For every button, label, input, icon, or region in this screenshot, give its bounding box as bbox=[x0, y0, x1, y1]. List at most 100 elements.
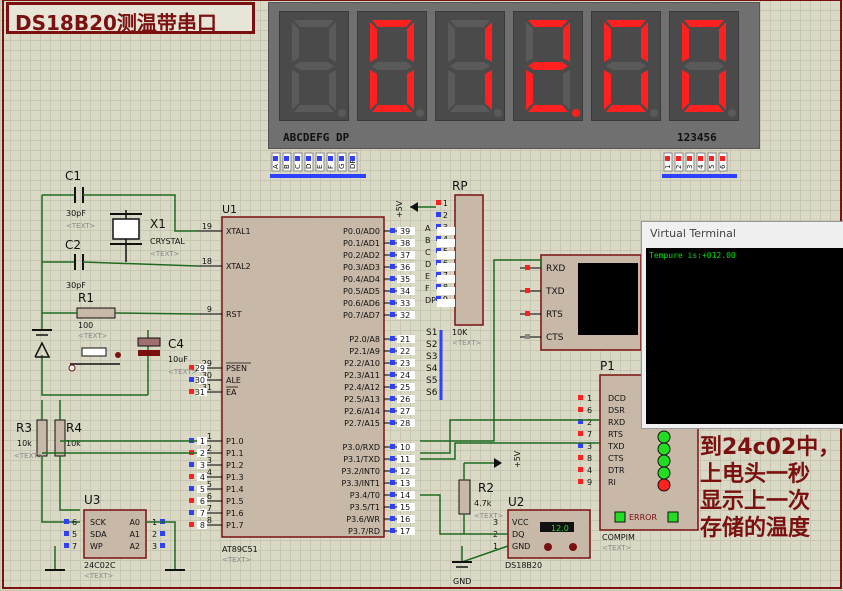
pin-state-indicator bbox=[578, 395, 583, 400]
pin-state-indicator bbox=[64, 519, 69, 524]
u1-pin-name: EA bbox=[226, 388, 237, 397]
pin-state-indicator bbox=[189, 510, 194, 515]
u1-pin-name: P0.0/AD0 bbox=[343, 227, 380, 236]
u1-pin-name: P1.0 bbox=[226, 437, 244, 446]
u1-pin-number: 2 bbox=[207, 444, 212, 453]
u2-part: DS18B20 bbox=[505, 561, 542, 570]
segment-g bbox=[528, 62, 568, 70]
pin-state-indicator bbox=[578, 479, 583, 484]
p1-pin-name: DSR bbox=[608, 406, 625, 415]
rp-bus-label: A bbox=[425, 224, 431, 233]
u2-pin-name: VCC bbox=[512, 518, 529, 527]
note-line: 显示上一次 bbox=[700, 489, 811, 514]
pin-state-indicator bbox=[698, 156, 703, 161]
segment-d bbox=[606, 105, 646, 112]
p1-error-led bbox=[667, 511, 679, 523]
pin-state-indicator bbox=[189, 389, 194, 394]
segment-e bbox=[292, 70, 299, 110]
u1-pin-number: 27 bbox=[400, 407, 410, 416]
rp-body bbox=[454, 194, 484, 326]
pin-state-indicator bbox=[578, 431, 583, 436]
display-pin-label: C bbox=[294, 164, 302, 169]
u1-pin-number: 3 bbox=[200, 461, 205, 470]
c2-value: 30pF bbox=[66, 281, 86, 290]
digit-glyph bbox=[370, 20, 424, 117]
pin-state-indicator bbox=[390, 300, 395, 305]
segment-g bbox=[450, 62, 490, 70]
pin-state-indicator bbox=[160, 543, 165, 548]
segment-b bbox=[485, 22, 492, 62]
seven-segment-display[interactable]: ABCDEFG DP 123456 bbox=[268, 2, 760, 149]
u1-pin-number: 36 bbox=[400, 263, 410, 272]
u1-pin-number: 6 bbox=[207, 492, 212, 501]
u1-pin-name: P2.2/A10 bbox=[344, 359, 380, 368]
p1-error-led bbox=[614, 511, 626, 523]
segment-c bbox=[329, 70, 336, 110]
p2-bus-label: S6 bbox=[426, 388, 438, 398]
c1-text: <TEXT> bbox=[66, 222, 96, 230]
rp-bus-label: B bbox=[425, 236, 431, 245]
virtual-terminal-title[interactable]: Virtual Terminal bbox=[642, 222, 843, 246]
r4-body bbox=[54, 419, 66, 457]
wire bbox=[41, 355, 148, 396]
pin-state-indicator bbox=[390, 408, 395, 413]
p1-pin-number: 9 bbox=[587, 478, 592, 487]
u1-pin-number: 4 bbox=[207, 468, 212, 477]
p2-bus-label: S1 bbox=[426, 328, 437, 338]
display-digit bbox=[669, 11, 739, 121]
u1-pin-number: 5 bbox=[200, 485, 205, 494]
c1-value: 30pF bbox=[66, 209, 86, 218]
virtual-terminal-screen[interactable]: Tempure is:+012.00 bbox=[646, 248, 843, 424]
u1-pin-name: XTAL1 bbox=[226, 227, 251, 236]
annotation-note: 把温度存储 到24c02中， 上电头一秒 显示上一次 存储的温度 bbox=[700, 407, 843, 557]
note-line: 上电头一秒 bbox=[700, 462, 811, 487]
crystal-body bbox=[112, 218, 140, 240]
u1-pin-name: P2.6/A14 bbox=[344, 407, 380, 416]
segment-f bbox=[682, 22, 689, 62]
pin-state-indicator bbox=[390, 228, 395, 233]
segment-a bbox=[294, 20, 334, 27]
pin-state-indicator bbox=[390, 396, 395, 401]
display-pin-label: F bbox=[327, 165, 335, 169]
u1-pin-number: 9 bbox=[207, 305, 212, 314]
segment-e bbox=[604, 70, 611, 110]
digit-glyph bbox=[448, 20, 502, 117]
segment-c bbox=[407, 70, 414, 110]
note-line: 存储的温度 bbox=[700, 516, 811, 541]
bus-tag bbox=[437, 251, 455, 259]
segment-e bbox=[682, 70, 689, 110]
u1-pin-number: 5 bbox=[207, 480, 212, 489]
u1-pin-name: P0.7/AD7 bbox=[343, 311, 380, 320]
display-pin-label: 6 bbox=[719, 164, 727, 169]
pin-state-indicator bbox=[390, 312, 395, 317]
u1-pin-number: 17 bbox=[400, 527, 410, 536]
u1-pin-number: 8 bbox=[207, 516, 212, 525]
u1-pin-name: P3.5/T1 bbox=[350, 503, 380, 512]
note-line: 到24c02中， bbox=[700, 435, 841, 460]
u3-pin-name: SCK bbox=[90, 518, 107, 527]
segment-dp bbox=[494, 109, 502, 117]
bus-tag bbox=[437, 287, 455, 295]
u1-part: AT89C51 bbox=[222, 545, 258, 554]
wire bbox=[114, 312, 198, 315]
pin-state-indicator bbox=[578, 407, 583, 412]
segment-f bbox=[526, 22, 533, 62]
terminal-pin-name: RXD bbox=[546, 264, 565, 274]
pin-state-indicator bbox=[390, 252, 395, 257]
u1-pin-name: P0.3/AD3 bbox=[343, 263, 380, 272]
wire bbox=[461, 545, 509, 564]
segment-g bbox=[294, 62, 334, 70]
display-digit bbox=[591, 11, 661, 121]
u1-pin-name: P3.2/INT0 bbox=[341, 467, 380, 476]
segment-b bbox=[563, 22, 570, 62]
pin-state-indicator bbox=[189, 462, 194, 467]
u1-pin-name: P1.4 bbox=[226, 485, 244, 494]
vcc-label: +5V bbox=[395, 200, 404, 218]
virtual-terminal-window[interactable]: Virtual Terminal Tempure is:+012.00 bbox=[641, 221, 843, 429]
u1-pin-number: 8 bbox=[200, 521, 205, 530]
u1-pin-number: 28 bbox=[400, 419, 410, 428]
display-pin-label: 5 bbox=[708, 165, 716, 169]
segment-b bbox=[407, 22, 414, 62]
r2-text: <TEXT> bbox=[474, 512, 504, 520]
u1-pin-number: 13 bbox=[400, 479, 410, 488]
